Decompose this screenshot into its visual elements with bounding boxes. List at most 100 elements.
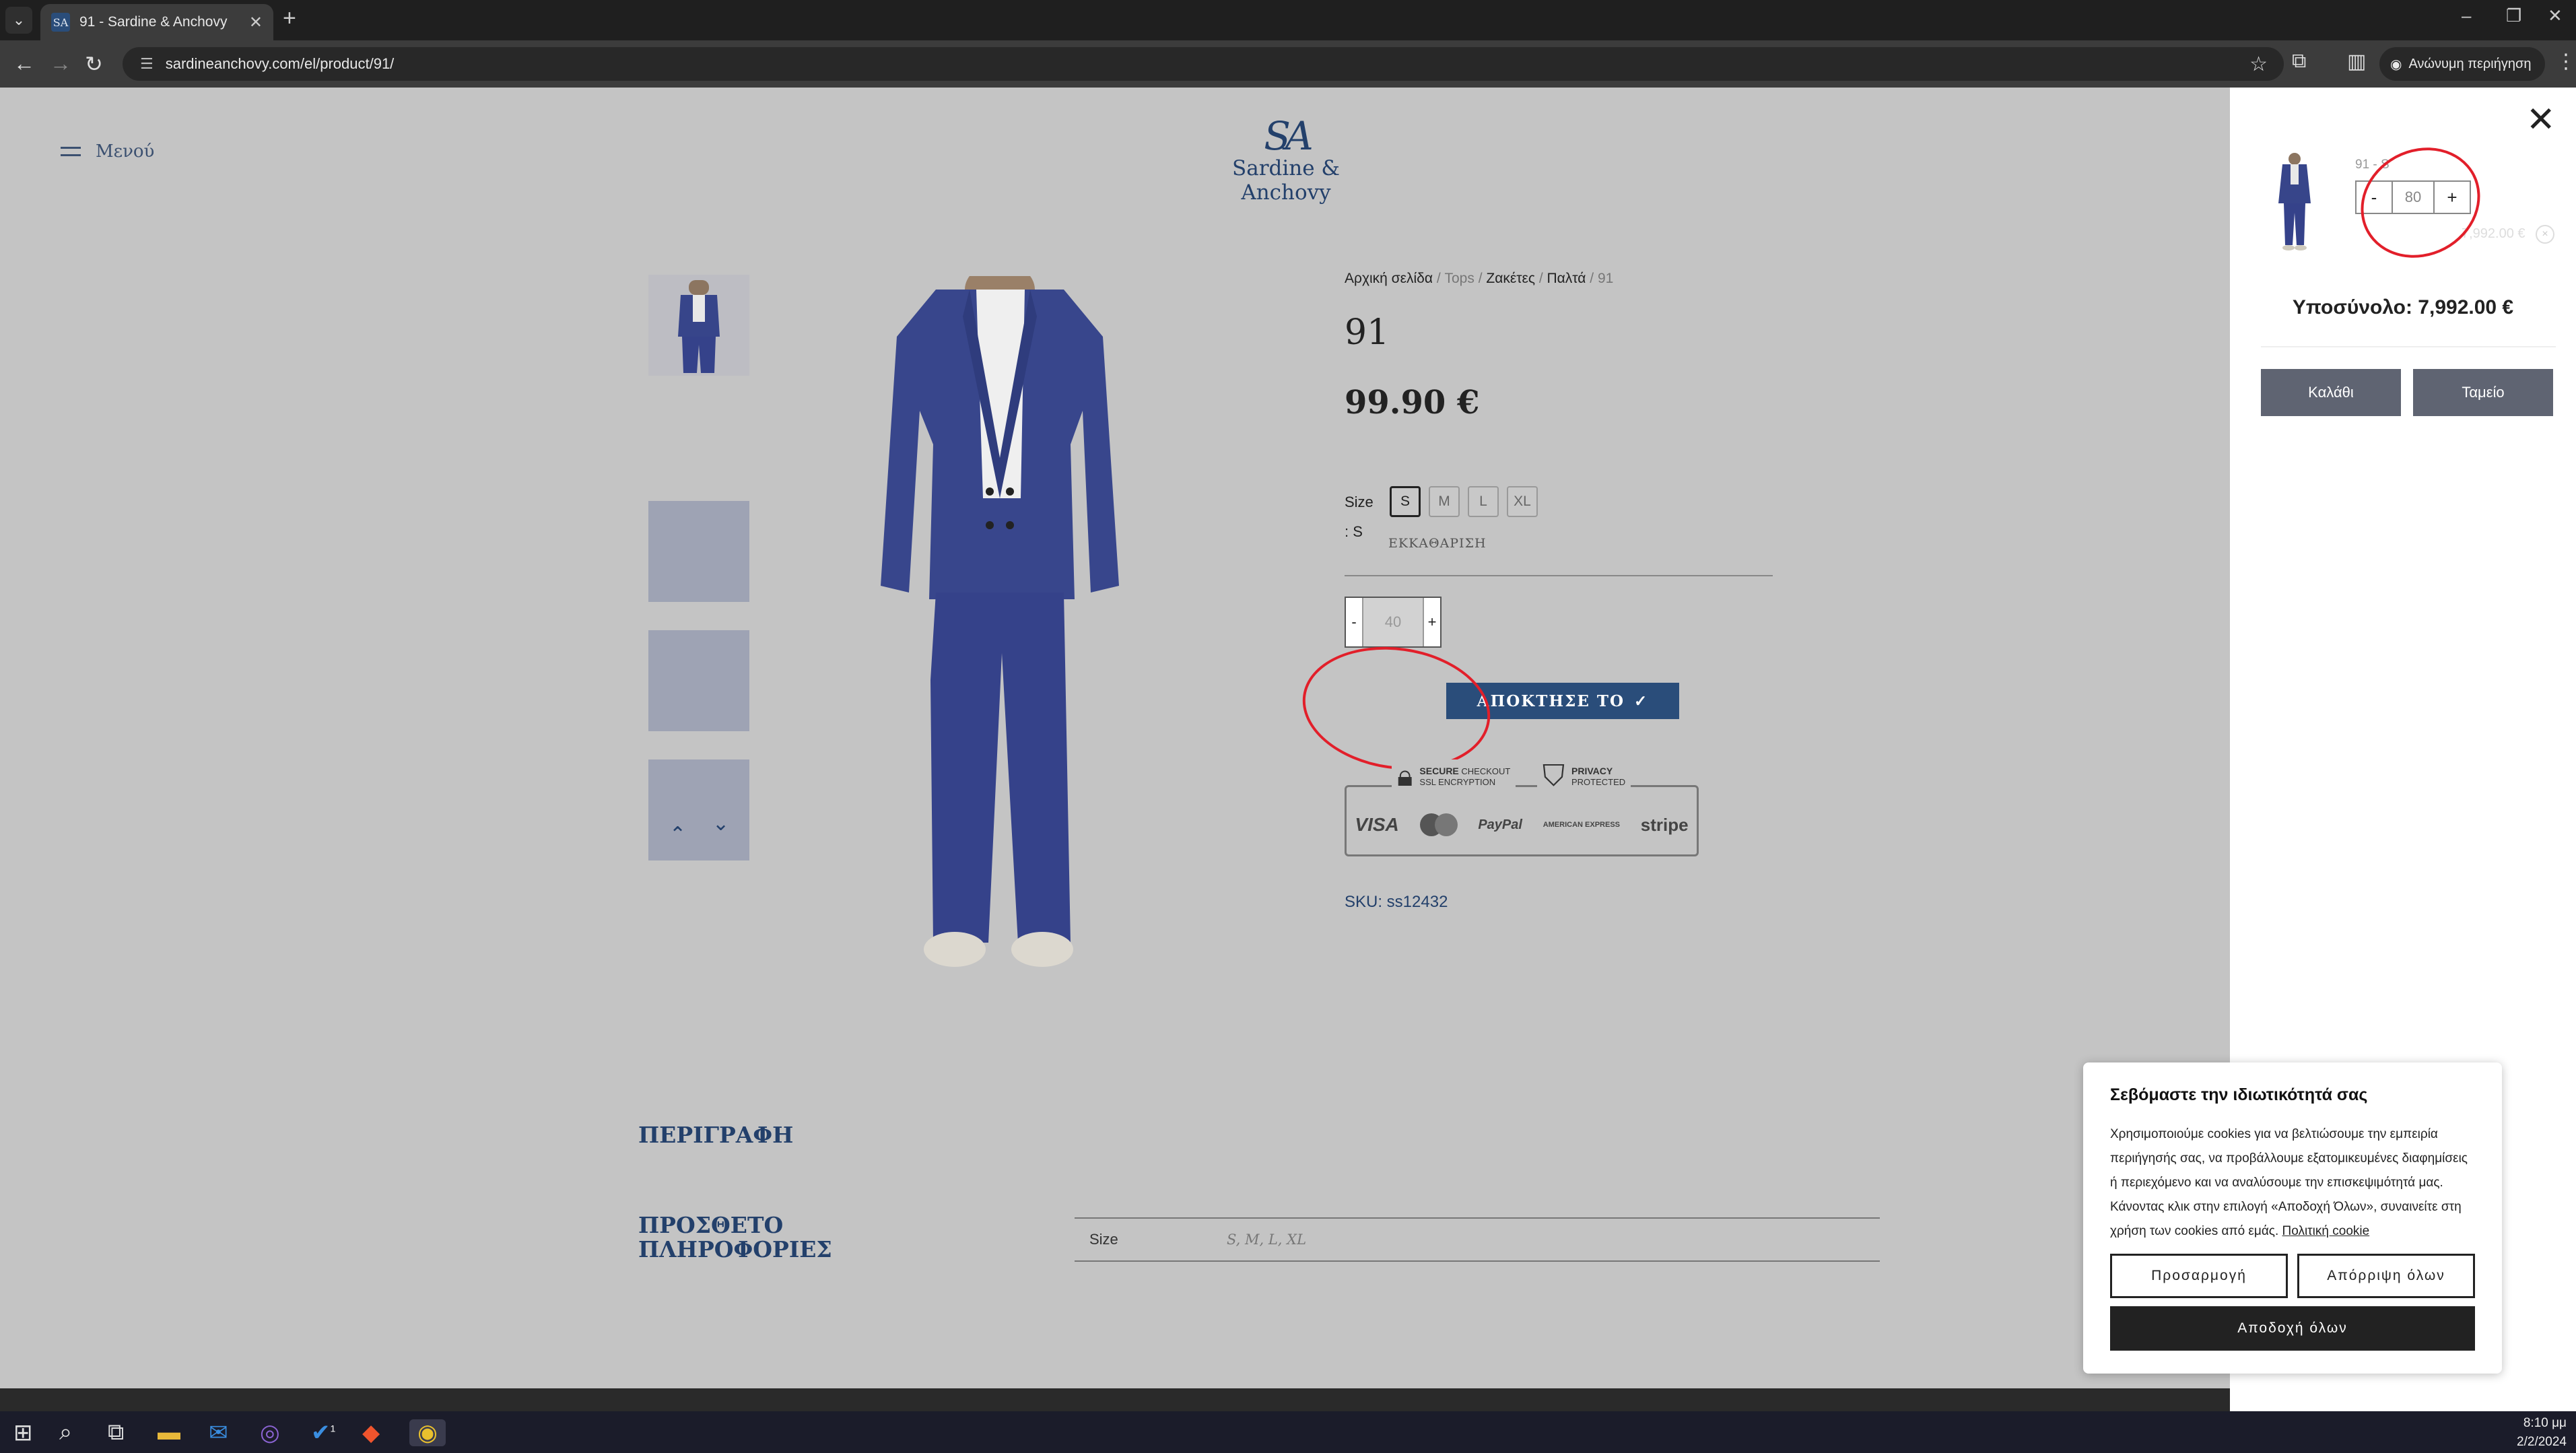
payment-logos: VISA PayPal AMERICAN EXPRESS stripe: [1345, 813, 1699, 836]
extensions-icon[interactable]: ⧉: [2292, 50, 2306, 73]
product-sku: SKU: ss12432: [1345, 893, 1448, 911]
visa-logo: VISA: [1355, 814, 1399, 835]
size-option-xl[interactable]: XL: [1507, 486, 1538, 517]
site-info-icon[interactable]: ☰: [140, 55, 154, 73]
url-text: sardineanchovy.com/el/product/91/: [165, 55, 395, 72]
thumbnail-up-chevron-icon[interactable]: ⌃: [669, 823, 686, 846]
tab-search-chevron-icon[interactable]: ⌄: [5, 7, 32, 34]
address-bar[interactable]: ☰ sardineanchovy.com/el/product/91/ ☆: [123, 47, 2284, 81]
privacy-title: PRIVACY: [1571, 765, 1613, 776]
os-taskbar: ⊞ ⌕ ⧉ ▬ ✉ ◎ ✔1 ◆ ◉ 8:10 μμ 2/2/2024: [0, 1411, 2576, 1453]
breadcrumb-coats[interactable]: Παλτά: [1547, 271, 1586, 286]
site-logo[interactable]: SA Sardine & Anchovy: [1185, 116, 1387, 205]
thumbnail-4[interactable]: [648, 759, 749, 860]
red-annotation-circle-cart: [2341, 127, 2500, 279]
browser-toolbar: ← → ↻ ☰ sardineanchovy.com/el/product/91…: [0, 40, 2576, 88]
secure-title: SECURE: [1419, 765, 1459, 776]
amex-logo: AMERICAN EXPRESS: [1543, 821, 1620, 829]
thumbnail-down-chevron-icon[interactable]: ⌄: [712, 812, 729, 836]
task-view-icon[interactable]: ⧉: [108, 1419, 124, 1446]
reload-icon[interactable]: ↻: [85, 51, 103, 77]
size-option-m[interactable]: M: [1429, 486, 1460, 517]
menu-button[interactable]: Μενού: [61, 141, 154, 162]
bookmark-star-icon[interactable]: ☆: [2249, 53, 2268, 76]
product-price: 99.90 €: [1345, 384, 1480, 421]
window-close-icon[interactable]: ✕: [2548, 5, 2563, 26]
mastercard-logo: [1419, 813, 1458, 836]
search-icon[interactable]: ⌕: [59, 1419, 72, 1446]
cookie-reject-button[interactable]: Απόρριψη όλων: [2297, 1254, 2475, 1298]
minimize-icon[interactable]: –: [2462, 5, 2471, 26]
size-option-s[interactable]: S: [1390, 486, 1421, 517]
viber-icon[interactable]: ◎: [260, 1419, 280, 1446]
attribute-name: Size: [1089, 1231, 1118, 1248]
brave-browser-icon[interactable]: ◆: [362, 1419, 380, 1446]
cookie-consent-dialog: Σεβόμαστε την ιδιωτικότητά σας Χρησιμοπο…: [2083, 1062, 2502, 1374]
site-favicon-icon: SA: [51, 13, 70, 32]
description-heading[interactable]: ΠΕΡΙΓΡΑΦΗ: [638, 1123, 793, 1147]
breadcrumb-jackets[interactable]: Ζακέτες: [1486, 271, 1535, 286]
cookie-policy-link[interactable]: Πολιτική cookie: [2282, 1224, 2370, 1238]
windows-start-icon[interactable]: ⊞: [13, 1419, 33, 1446]
incognito-profile-button[interactable]: ◉ Ανώνυμη περιήγηση: [2379, 47, 2545, 81]
logo-monogram: SA: [1264, 113, 1314, 159]
qty-plus-button[interactable]: +: [1424, 613, 1440, 631]
secure-suffix: CHECKOUT: [1461, 766, 1511, 776]
cart-item-image[interactable]: [2270, 152, 2319, 252]
qty-minus-button[interactable]: -: [1346, 613, 1362, 631]
additional-info-heading[interactable]: ΠΡΟΣΘΕΤΟ ΠΛΗΡΟΦΟΡΙΕΣ: [638, 1213, 832, 1262]
chrome-icon[interactable]: ◉: [409, 1419, 446, 1446]
close-cart-icon[interactable]: ✕: [2526, 100, 2556, 140]
view-cart-button[interactable]: Καλάθι: [2261, 369, 2401, 416]
notification-badge: 1: [330, 1423, 336, 1434]
breadcrumb-current: 91: [1597, 271, 1614, 286]
restore-icon[interactable]: ❐: [2506, 5, 2521, 26]
kebab-menu-icon[interactable]: ⋮: [2556, 50, 2576, 73]
thumbnail-1[interactable]: [648, 275, 749, 376]
breadcrumb-home[interactable]: Αρχική σελίδα: [1345, 271, 1433, 286]
cart-divider: [2261, 346, 2556, 347]
back-icon[interactable]: ←: [13, 51, 35, 76]
cart-subtotal: Υποσύνολο: 7,992.00 €: [2292, 296, 2514, 318]
check-icon: ✓: [1634, 691, 1649, 710]
size-label: Size: [1345, 494, 1374, 510]
size-selected-label: : S: [1345, 523, 1363, 540]
suit-thumbnail-image: [648, 275, 749, 376]
size-label-block: Size : S: [1345, 487, 1374, 547]
system-clock[interactable]: 8:10 μμ 2/2/2024: [2517, 1414, 2567, 1452]
attribute-value: S, M, L, XL: [1227, 1231, 1307, 1248]
remove-item-icon[interactable]: ×: [2536, 225, 2554, 244]
browser-tab-bar: ⌄ SA 91 - Sardine & Anchovy ✕ + – ❐ ✕: [0, 0, 2576, 40]
menu-label: Μενού: [96, 141, 155, 162]
browser-tab-active[interactable]: SA 91 - Sardine & Anchovy ✕: [40, 4, 273, 40]
checkout-button[interactable]: Ταμείο: [2413, 369, 2553, 416]
secure-checkout-badge: 🔒︎ SECURE CHECKOUT SSL ENCRYPTION: [1392, 759, 1516, 793]
sidebar-icon[interactable]: ▥: [2347, 50, 2366, 73]
breadcrumb-tops[interactable]: Tops: [1445, 271, 1475, 286]
new-tab-plus-icon[interactable]: +: [283, 5, 296, 32]
cookie-accept-button[interactable]: Αποδοχή όλων: [2110, 1306, 2475, 1351]
product-main-image[interactable]: [869, 276, 1131, 1003]
lock-icon: 🔒︎: [1397, 759, 1413, 792]
divider: [1345, 575, 1773, 576]
product-page: Μενού SA Sardine & Anchovy ⌃ ⌄ Αρχική σε…: [0, 88, 2230, 1388]
thumbnail-2[interactable]: [648, 501, 749, 602]
add-to-cart-label: ΑΠΟΚΤΗΣΕ ΤΟ: [1477, 691, 1625, 710]
shield-check-icon: ⛉: [1543, 759, 1565, 792]
size-option-l[interactable]: L: [1468, 486, 1499, 517]
cookie-customize-button[interactable]: Προσαρμογή: [2110, 1254, 2288, 1298]
thumbnail-3[interactable]: [648, 630, 749, 731]
forward-icon[interactable]: →: [50, 51, 71, 76]
breadcrumb: Αρχική σελίδα / Tops / Ζακέτες / Παλτά /…: [1345, 271, 1614, 286]
mail-icon[interactable]: ✉: [209, 1419, 228, 1446]
clear-selection-link[interactable]: ΕΚΚΑΘΑΡΙΣΗ: [1388, 536, 1487, 551]
todo-check-icon[interactable]: ✔1: [311, 1419, 335, 1446]
cart-item-price: 7,992.00 €: [2462, 226, 2526, 241]
tab-close-icon[interactable]: ✕: [249, 13, 263, 32]
profile-label: Ανώνυμη περιήγηση: [2408, 56, 2532, 71]
paypal-logo: PayPal: [1478, 817, 1522, 832]
qty-input[interactable]: 40: [1362, 598, 1424, 646]
privacy-sub: PROTECTED: [1571, 776, 1626, 787]
quantity-stepper[interactable]: - 40 +: [1345, 597, 1442, 648]
file-explorer-folder-icon[interactable]: ▬: [158, 1419, 180, 1446]
